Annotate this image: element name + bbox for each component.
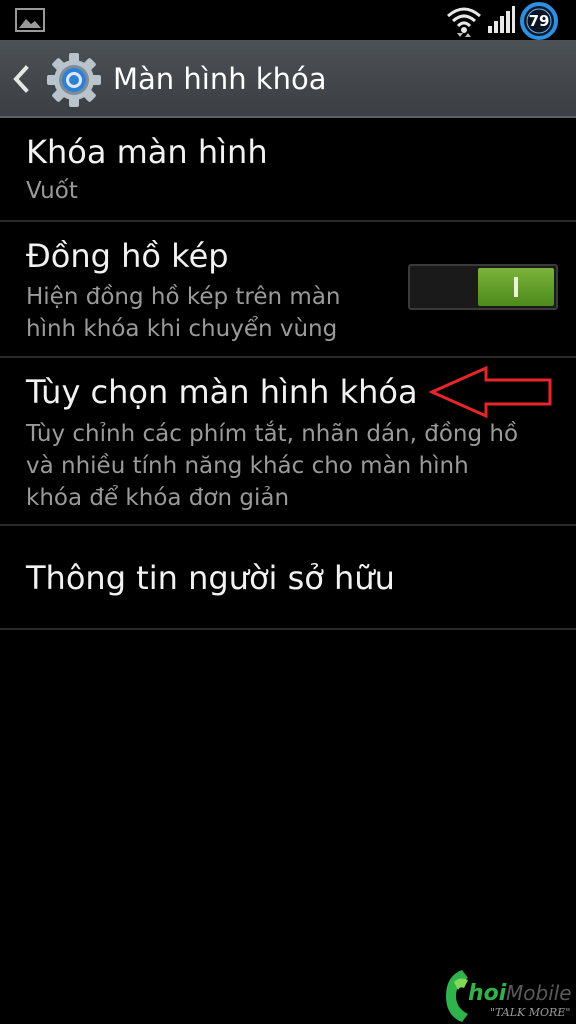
signal-icon — [488, 6, 515, 33]
dual-clock-toggle[interactable] — [408, 264, 558, 310]
divider — [0, 628, 576, 630]
page-title: Màn hình khóa — [113, 62, 327, 96]
annotation-arrow-icon — [428, 365, 552, 419]
item-subtitle-line-1: Hiện đồng hồ kép trên màn — [26, 284, 341, 310]
battery-icon: 79 — [519, 2, 559, 40]
item-subtitle-line-1: Tùy chỉnh các phím tắt, nhãn dán, đồng h… — [26, 421, 519, 447]
status-bar: 79 — [0, 0, 576, 40]
item-title: Thông tin người sở hữu — [26, 559, 395, 597]
action-bar: Màn hình khóa — [0, 40, 576, 118]
wifi-icon — [447, 7, 481, 37]
item-title: Đồng hồ kép — [26, 237, 229, 275]
item-subtitle-line-3: khóa để khóa đơn giản — [26, 485, 290, 511]
item-title: Tùy chọn màn hình khóa — [26, 373, 418, 411]
list-item-screen-lock[interactable]: Khóa màn hình Vuốt — [0, 118, 576, 220]
svg-text:Mobile: Mobile — [506, 981, 572, 1005]
toggle-on-indicator — [514, 277, 518, 297]
item-subtitle-line-2: hình khóa khi chuyển vùng — [26, 316, 338, 342]
svg-text:hoi: hoi — [468, 981, 507, 1006]
toggle-knob-on — [478, 268, 554, 306]
screen: 79 Màn hình khóa Khóa màn hình Vuốt Đồng… — [0, 0, 576, 1024]
item-title: Khóa màn hình — [26, 133, 268, 171]
gear-icon — [47, 53, 101, 107]
svg-text:"TALK MORE": "TALK MORE" — [490, 1006, 570, 1019]
list-item-owner-info[interactable]: Thông tin người sở hữu — [0, 526, 576, 628]
item-subtitle-line-2: và nhiều tính năng khác cho màn hình — [26, 453, 469, 479]
back-icon[interactable] — [10, 64, 32, 94]
gallery-icon — [15, 8, 45, 32]
choimobile-watermark-logo: hoi Mobile "TALK MORE" — [446, 970, 572, 1022]
battery-level: 79 — [528, 12, 550, 30]
item-subtitle: Vuốt — [26, 178, 78, 204]
